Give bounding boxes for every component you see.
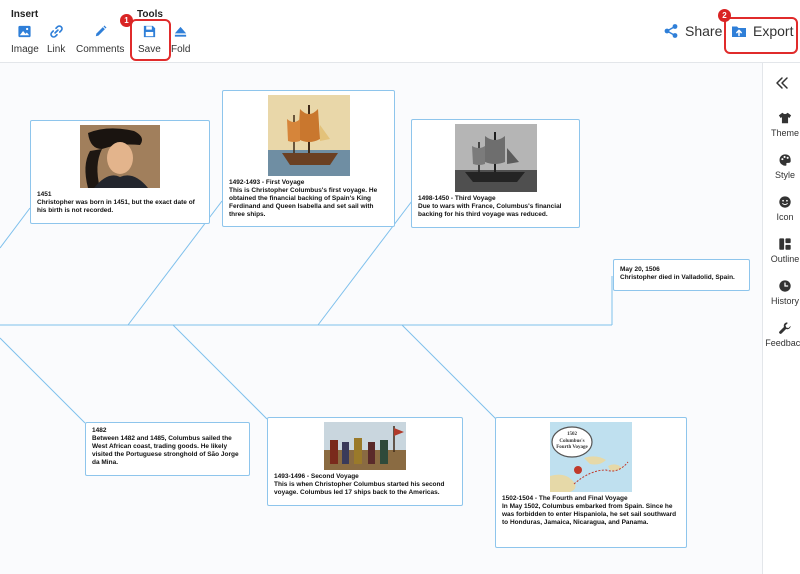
wrench-icon xyxy=(779,322,791,334)
card-title: 1492-1493 - First Voyage xyxy=(229,179,305,186)
sidebar-item-feedback[interactable]: Feedback xyxy=(763,321,800,348)
card-text: Christopher died in Valladolid, Spain. xyxy=(620,274,735,281)
shirt-icon xyxy=(778,112,792,124)
landing-painting-image xyxy=(324,422,406,470)
insert-group-title: Insert xyxy=(11,9,39,20)
sidebar-item-theme[interactable]: Theme xyxy=(763,111,800,138)
card-text: This is Christopher Columbus's first voy… xyxy=(229,187,378,218)
sidebar-item-label: History xyxy=(770,296,799,306)
link-button[interactable]: Link xyxy=(47,24,65,55)
smiley-icon xyxy=(779,196,791,208)
comments-button[interactable]: Comments xyxy=(76,24,124,55)
step-badge-1: 1 xyxy=(120,14,133,27)
columbus-portrait-image xyxy=(80,125,160,188)
card-text: Between 1482 and 1485, Columbus sailed t… xyxy=(92,435,239,466)
timeline-card-first-voyage[interactable]: 1492-1493 - First Voyage This is Christo… xyxy=(222,90,395,227)
share-button[interactable]: Share xyxy=(663,23,722,39)
sidebar-item-label: Feedback xyxy=(765,338,800,348)
export-highlight-box xyxy=(724,17,798,54)
sidebar-item-style[interactable]: Style xyxy=(763,153,800,180)
outline-layout-icon xyxy=(779,238,791,250)
timeline-card-fourth-voyage[interactable]: 1502 Columbus's Fourth Voyage 1502-1504 … xyxy=(495,417,687,548)
timeline-card-second-voyage[interactable]: 1493-1496 - Second Voyage This is when C… xyxy=(267,417,463,506)
step-badge-2: 2 xyxy=(718,9,731,22)
fold-button[interactable]: Fold xyxy=(171,24,190,55)
sidebar-item-outline[interactable]: Outline xyxy=(763,237,800,264)
timeline-card-third-voyage[interactable]: 1498-1450 - Third Voyage Due to wars wit… xyxy=(411,119,580,228)
pencil-icon xyxy=(95,25,107,37)
card-text: This is when Christopher Columbus starte… xyxy=(274,481,445,496)
sidebar-item-label: Theme xyxy=(770,128,799,138)
sidebar-item-label: Style xyxy=(774,170,795,180)
link-icon xyxy=(49,25,63,38)
card-title: 1451 xyxy=(37,191,52,198)
card-title: 1502-1504 - The Fourth and Final Voyage xyxy=(502,495,628,502)
card-title: 1493-1496 - Second Voyage xyxy=(274,473,359,480)
sidebar-item-label: Icon xyxy=(776,212,794,222)
map-caption-line1: Columbus's xyxy=(559,439,584,444)
map-caption-year: 1502 xyxy=(567,432,578,437)
right-sidebar: Theme Style Icon Outline History Feedbac… xyxy=(762,63,800,574)
image-button[interactable]: Image xyxy=(11,24,39,55)
image-label: Image xyxy=(11,44,39,55)
card-text: Christopher was born in 1451, but the ex… xyxy=(37,199,195,214)
mindmap-canvas[interactable]: 1451 Christopher was born in 1451, but t… xyxy=(0,63,762,574)
sidebar-item-label: Outline xyxy=(770,254,800,264)
eject-icon xyxy=(175,26,187,37)
voyage-map-image: 1502 Columbus's Fourth Voyage xyxy=(550,422,632,492)
timeline-card-1451[interactable]: 1451 Christopher was born in 1451, but t… xyxy=(30,120,210,224)
ship-painting-image xyxy=(267,95,350,176)
share-label: Share xyxy=(685,23,723,39)
fold-label: Fold xyxy=(171,44,191,55)
comments-label: Comments xyxy=(76,44,125,55)
palette-icon xyxy=(779,154,791,166)
sidebar-item-history[interactable]: History xyxy=(763,279,800,306)
card-title: 1498-1450 - Third Voyage xyxy=(418,195,496,202)
card-text: In May 1502, Columbus embarked from Spai… xyxy=(502,503,677,526)
timeline-card-1482[interactable]: 1482 Between 1482 and 1485, Columbus sai… xyxy=(85,422,250,476)
save-highlight-box xyxy=(130,19,171,61)
card-title: May 20, 1506 xyxy=(620,266,660,273)
top-toolbar: Insert Tools Image Link Comments Save Fo… xyxy=(0,0,800,63)
clock-icon xyxy=(779,280,791,292)
collapse-icon[interactable] xyxy=(774,75,790,91)
share-icon xyxy=(664,24,678,38)
link-label: Link xyxy=(47,44,66,55)
card-text: Due to wars with France, Columbus's fina… xyxy=(418,203,562,218)
map-caption-line2: Fourth Voyage xyxy=(556,445,588,450)
image-icon xyxy=(18,25,31,38)
timeline-card-death[interactable]: May 20, 1506 Christopher died in Vallado… xyxy=(613,259,750,291)
ship-sketch-image xyxy=(454,124,537,192)
sidebar-item-icon[interactable]: Icon xyxy=(763,195,800,222)
card-title: 1482 xyxy=(92,427,107,434)
